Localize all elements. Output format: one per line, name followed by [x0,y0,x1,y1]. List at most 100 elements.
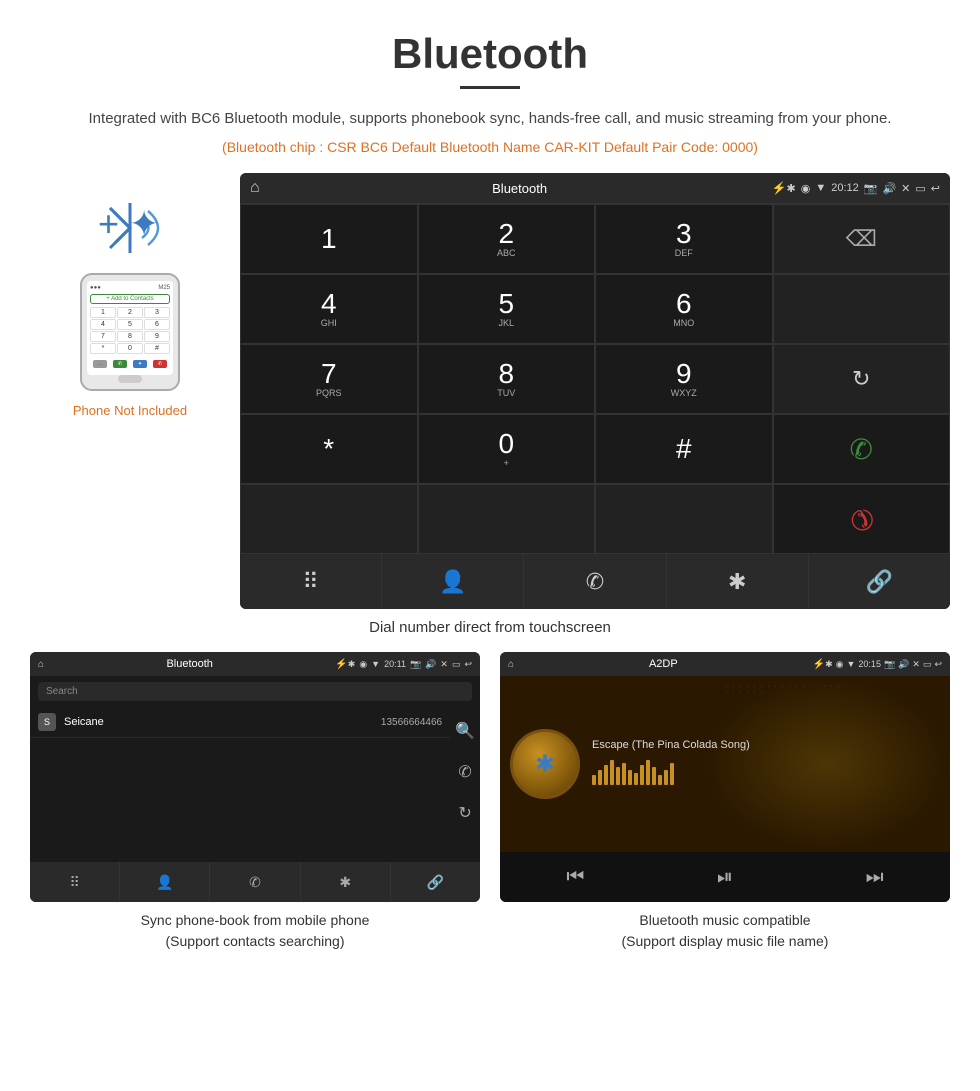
dial-key-backspace[interactable]: ⌫ [773,204,951,274]
signal-status-icon: ▼ [815,182,826,194]
music-win-icon[interactable]: ▭ [923,659,932,670]
music-right-status: ✱ ◉ ▼ 20:15 📷 🔊 ✕ ▭ ↩ [825,659,942,670]
music-play-pause-button[interactable]: ⏯ [717,866,733,889]
dial-key-reload[interactable]: ↻ [773,344,951,414]
music-prev-button[interactable]: ⏮ [566,866,584,889]
bottom-screenshots: ⌂ Bluetooth ⚡ ✱ ◉ ▼ 20:11 📷 🔊 ✕ ▭ ↩ Sear… [0,652,980,952]
contacts-list: S Seicane 13566664466 [30,707,450,837]
contacts-vol-icon[interactable]: 🔊 [425,659,436,670]
phone-key-7[interactable]: 7 [90,331,116,342]
nav-bluetooth[interactable]: ✱ [667,554,809,609]
music-next-button[interactable]: ⏭ [866,866,884,889]
bluetooth-signal-graphic: + ✦ [90,193,170,263]
dial-key-5[interactable]: 5 JKL [418,274,596,344]
dialer-screen-title: Bluetooth [268,181,772,196]
phone-key-2[interactable]: 2 [117,307,143,318]
nav-phone[interactable]: ✆ [524,554,666,609]
dial-key-2[interactable]: 2 ABC [418,204,596,274]
music-close-icon[interactable]: ✕ [912,659,920,670]
contacts-nav-link[interactable]: 🔗 [391,862,480,902]
status-right-icons: ✱ ◉ ▼ 20:12 📷 🔊 ✕ ▭ ↩ [787,182,941,195]
contacts-close-icon[interactable]: ✕ [440,659,448,670]
phone-key-star[interactable]: * [90,343,116,354]
phone-back-btn[interactable]: ← [93,360,107,368]
search-side-icon[interactable]: 🔍 [455,721,475,741]
dial-key-3[interactable]: 3 DEF [595,204,773,274]
bluetooth-status-icon: ✱ [787,182,796,195]
nav-link[interactable]: 🔗 [809,554,950,609]
phone-home-button[interactable] [118,375,142,383]
volume-icon[interactable]: 🔊 [882,182,896,195]
back-icon[interactable]: ↩ [931,182,940,195]
phone-bottom-bar: ← ✆ ✦ ✆ [90,357,170,371]
home-icon[interactable]: ⌂ [250,179,260,197]
phone-screen-header: ●●●M25 [90,285,170,291]
dial-key-7[interactable]: 7 PQRS [240,344,418,414]
contacts-nav-phone[interactable]: ✆ [210,862,300,902]
subtitle-text: Integrated with BC6 Bluetooth module, su… [0,107,980,131]
dial-key-star[interactable]: * [240,414,418,484]
phone-screen: ●●●M25 + Add to Contacts 1 2 3 4 5 6 7 8… [87,281,173,375]
dial-key-6[interactable]: 6 MNO [595,274,773,344]
phone-side-icon[interactable]: ✆ [458,762,471,782]
dial-key-0[interactable]: 0 + [418,414,596,484]
window-icon[interactable]: ▭ [915,182,925,195]
music-dot-pattern: •••••••••••• •••••••••••• [726,684,942,694]
contacts-status-bar: ⌂ Bluetooth ⚡ ✱ ◉ ▼ 20:11 📷 🔊 ✕ ▭ ↩ [30,652,480,676]
contacts-right-status: ✱ ◉ ▼ 20:11 📷 🔊 ✕ ▭ ↩ [348,659,472,670]
contact-initial: S [38,713,56,731]
reload-side-icon[interactable]: ↻ [458,803,471,823]
phone-call-btn[interactable]: ✆ [113,360,127,368]
phone-end-btn[interactable]: ✆ [153,360,167,368]
music-loc-icon: ◉ [836,659,844,670]
contacts-cam-icon[interactable]: 📷 [410,659,421,670]
dial-key-hash[interactable]: # [595,414,773,484]
dial-cell-empty-2 [240,484,418,554]
dial-call-red-button[interactable]: ✆ [773,484,951,554]
contact-number: 13566664466 [381,717,442,728]
camera-icon[interactable]: 📷 [864,182,878,195]
contacts-back-icon[interactable]: ↩ [464,659,472,670]
contacts-loc-icon: ◉ [359,659,367,670]
contact-row[interactable]: S Seicane 13566664466 [30,707,450,738]
phone-key-3[interactable]: 3 [144,307,170,318]
music-signal-icon: ▼ [847,659,856,670]
contacts-nav-user[interactable]: 👤 [120,862,210,902]
phone-key-6[interactable]: 6 [144,319,170,330]
nav-contacts[interactable]: 👤 [382,554,524,609]
dial-cell-empty-1 [773,274,951,344]
phone-bt-btn[interactable]: ✦ [133,360,147,368]
close-icon[interactable]: ✕ [901,182,910,195]
contacts-nav-bt[interactable]: ✱ [301,862,391,902]
usb-icon: ⚡ [772,181,787,195]
contacts-search-bar[interactable]: Search [38,682,472,701]
music-back-icon[interactable]: ↩ [934,659,942,670]
contacts-win-icon[interactable]: ▭ [452,659,461,670]
phone-image-area: + ✦ ●●●M25 + Add to Contacts [30,173,230,418]
music-vol-icon[interactable]: 🔊 [898,659,909,670]
music-body: •••••••••••• •••••••••••• ✱ Escape (The … [500,676,950,852]
phone-mockup: ●●●M25 + Add to Contacts 1 2 3 4 5 6 7 8… [80,273,180,391]
dial-key-8[interactable]: 8 TUV [418,344,596,414]
phone-key-4[interactable]: 4 [90,319,116,330]
contacts-nav-dialpad[interactable]: ⠿ [30,862,120,902]
phone-key-5[interactable]: 5 [117,319,143,330]
music-cam-icon[interactable]: 📷 [884,659,895,670]
contacts-time: 20:11 [384,659,406,670]
dial-key-4[interactable]: 4 GHI [240,274,418,344]
dial-caption: Dial number direct from touchscreen [0,619,980,636]
dial-key-1[interactable]: 1 [240,204,418,274]
backspace-icon: ⌫ [846,226,877,252]
dial-call-green-button[interactable]: ✆ [773,414,951,484]
nav-dialpad[interactable]: ⠿ [240,554,382,609]
phone-key-hash[interactable]: # [144,343,170,354]
phone-key-8[interactable]: 8 [117,331,143,342]
phone-key-9[interactable]: 9 [144,331,170,342]
phone-key-0[interactable]: 0 [117,343,143,354]
music-controls: ⏮ ⏯ ⏭ [500,852,950,902]
green-phone-icon: ✆ [850,433,873,466]
phone-key-1[interactable]: 1 [90,307,116,318]
dial-key-9[interactable]: 9 WXYZ [595,344,773,414]
phone-not-included-label: Phone Not Included [73,403,187,418]
music-status-bar: ⌂ A2DP ⚡ ✱ ◉ ▼ 20:15 📷 🔊 ✕ ▭ ↩ [500,652,950,676]
